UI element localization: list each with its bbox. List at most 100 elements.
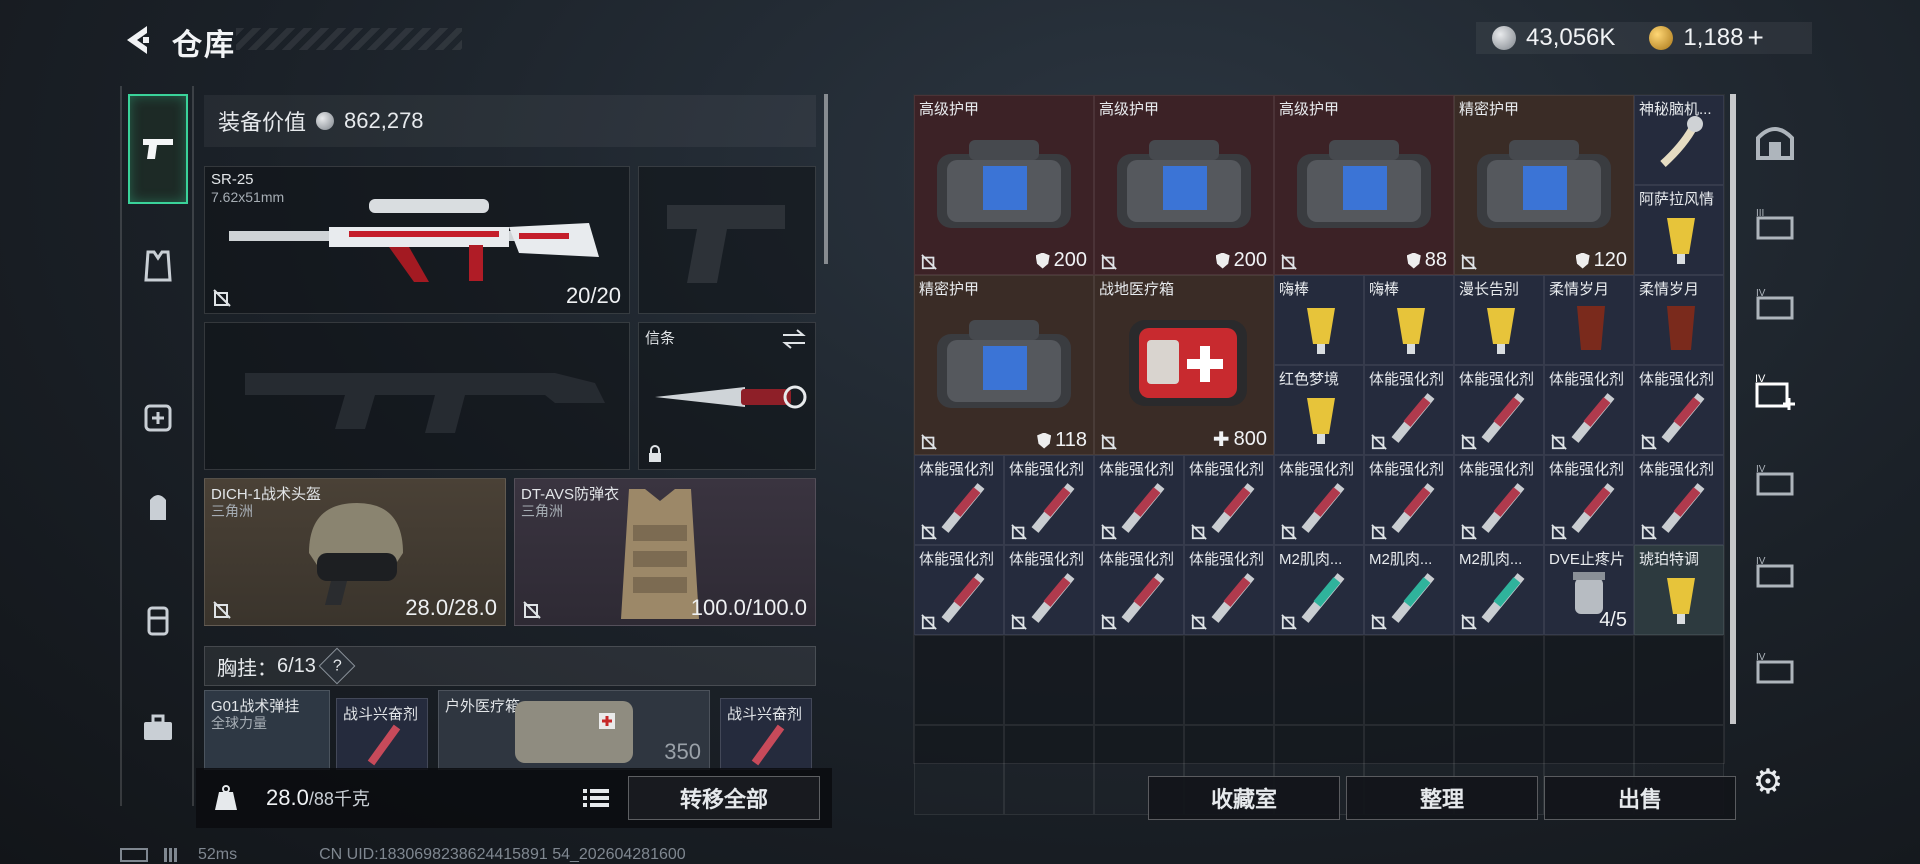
stash-item[interactable]: 柔情岁月 xyxy=(1544,275,1634,365)
stash-item[interactable]: 体能强化剂 xyxy=(1004,545,1094,635)
stash-item[interactable]: 体能强化剂 xyxy=(914,455,1004,545)
chest-item-rig[interactable]: G01战术弹挂 全球力量 xyxy=(204,690,330,770)
green-syringe-icon xyxy=(1391,573,1435,623)
collection-room-button[interactable]: 收藏室 xyxy=(1148,776,1340,820)
stash-item[interactable]: 高级护甲 200 xyxy=(914,95,1094,275)
chest-item-stim[interactable]: 战斗兴奋剂 xyxy=(720,698,812,770)
item-val: 350 xyxy=(664,739,701,764)
stash-item[interactable]: 神秘脑机... xyxy=(1634,95,1724,185)
unmarked-flag-icon xyxy=(1461,254,1477,270)
swap-icon[interactable] xyxy=(781,329,807,349)
category-tools[interactable] xyxy=(128,698,188,758)
stash-item[interactable]: M2肌肉... xyxy=(1364,545,1454,635)
back-button[interactable] xyxy=(118,20,154,60)
stash-item[interactable]: 琥珀特调 xyxy=(1634,545,1724,635)
green-syringe-icon xyxy=(1481,573,1525,623)
stash-item[interactable]: 体能强化剂 xyxy=(1634,455,1724,545)
stash-empty-slot[interactable] xyxy=(1454,635,1544,725)
category-medical[interactable] xyxy=(128,386,188,446)
item-name: 体能强化剂 xyxy=(1189,461,1265,478)
stash-item[interactable]: 体能强化剂 xyxy=(1454,365,1544,455)
stash-item[interactable]: 体能强化剂 xyxy=(1274,455,1364,545)
stash-empty-slot[interactable] xyxy=(1004,635,1094,725)
stash-item[interactable]: 嗨棒 xyxy=(1274,275,1364,365)
stash-empty-slot[interactable] xyxy=(1544,635,1634,725)
stash-empty-slot[interactable] xyxy=(1184,635,1274,725)
item-value: 118 xyxy=(1037,429,1087,452)
stash-item[interactable]: 精密护甲 120 xyxy=(1454,95,1634,275)
stash-empty-slot[interactable] xyxy=(914,635,1004,725)
pistol-slot[interactable] xyxy=(638,166,816,314)
helmet-image xyxy=(309,503,403,605)
category-weapons[interactable] xyxy=(128,94,188,204)
stash-item[interactable]: 体能强化剂 xyxy=(1004,455,1094,545)
stash-item[interactable]: 体能强化剂 xyxy=(1184,455,1274,545)
stash-tab-2[interactable]: III xyxy=(1746,186,1804,262)
armor-slot[interactable]: DT-AVS防弹衣 三角洲 100.0/100.0 xyxy=(514,478,816,626)
stash-item[interactable]: 体能强化剂 xyxy=(1094,455,1184,545)
category-backpack[interactable] xyxy=(128,476,188,536)
stash-item[interactable]: 战地医疗箱 ✚ 800 xyxy=(1094,275,1274,455)
stash-empty-slot[interactable] xyxy=(1634,635,1724,725)
stash-empty-slot[interactable] xyxy=(1094,635,1184,725)
item-name: 红色梦境 xyxy=(1279,371,1340,388)
help-icon: ? xyxy=(332,657,342,674)
secondary-weapon-slot[interactable] xyxy=(204,322,630,470)
category-chest-rig[interactable] xyxy=(128,590,188,650)
stash-scrollbar[interactable] xyxy=(1730,94,1736,724)
help-button[interactable]: ? xyxy=(318,647,356,685)
transfer-all-button[interactable]: 转移全部 xyxy=(628,776,820,820)
syringe-icon xyxy=(1571,393,1615,443)
category-armor[interactable] xyxy=(128,236,188,296)
stash-item[interactable]: 高级护甲 200 xyxy=(1094,95,1274,275)
item-name: 精密护甲 xyxy=(919,281,980,298)
syringe-icon xyxy=(1391,483,1435,533)
stash-item[interactable]: 阿萨拉风情 xyxy=(1634,185,1724,275)
stash-tab-5[interactable]: IV xyxy=(1746,442,1804,518)
stash-item[interactable]: 体能强化剂 xyxy=(1364,365,1454,455)
stash-item[interactable]: 体能强化剂 xyxy=(1454,455,1544,545)
stash-empty-slot[interactable] xyxy=(914,725,1004,815)
item-name: M2肌肉... xyxy=(1279,551,1343,568)
case-IV-3-icon: IV xyxy=(1756,464,1794,496)
syringe-icon xyxy=(1481,483,1525,533)
melee-slot[interactable]: 信条 xyxy=(638,322,816,470)
primary-weapon-slot[interactable]: SR-25 7.62x51mm 20/20 xyxy=(204,166,630,314)
list-view-button[interactable] xyxy=(578,780,614,816)
stash-item[interactable]: 体能强化剂 xyxy=(1364,455,1454,545)
stash-tab-4-add[interactable]: IV xyxy=(1746,354,1804,430)
settings-gear-icon[interactable]: ⚙ xyxy=(1748,762,1788,802)
item-name: 体能强化剂 xyxy=(1099,551,1175,568)
stash-tab-6[interactable]: IV xyxy=(1746,534,1804,610)
stash-item[interactable]: 漫长告别 xyxy=(1454,275,1544,365)
stash-item[interactable]: M2肌肉... xyxy=(1274,545,1364,635)
stash-item[interactable]: 体能强化剂 xyxy=(1634,365,1724,455)
stash-item[interactable]: 体能强化剂 xyxy=(914,545,1004,635)
stash-item[interactable]: 红色梦境 xyxy=(1274,365,1364,455)
stash-tab-3[interactable]: IV xyxy=(1746,266,1804,342)
loadout-scrollbar[interactable] xyxy=(824,94,828,264)
stash-item[interactable]: 体能强化剂 xyxy=(1544,455,1634,545)
stash-item[interactable]: 体能强化剂 xyxy=(1184,545,1274,635)
stash-item[interactable]: 精密护甲 118 xyxy=(914,275,1094,455)
chest-item-stim[interactable]: 战斗兴奋剂 xyxy=(336,698,428,770)
helmet-slot[interactable]: DICH-1战术头盔 三角洲 28.0/28.0 xyxy=(204,478,506,626)
stash-empty-slot[interactable] xyxy=(1274,635,1364,725)
stash-item[interactable]: 体能强化剂 xyxy=(1094,545,1184,635)
stash-item[interactable]: M2肌肉... xyxy=(1454,545,1544,635)
add-currency-button[interactable]: + xyxy=(1747,22,1763,54)
sort-button[interactable]: 整理 xyxy=(1346,776,1538,820)
stash-empty-slot[interactable] xyxy=(1004,725,1094,815)
stash-item[interactable]: 高级护甲 88 xyxy=(1274,95,1454,275)
stash-item[interactable]: 嗨棒 xyxy=(1364,275,1454,365)
stash-item[interactable]: DVE止疼片 4/5 xyxy=(1544,545,1634,635)
brain-chip-icon xyxy=(1660,116,1703,167)
stash-tab-main[interactable] xyxy=(1746,104,1804,180)
carry-weight-max: /88千克 xyxy=(308,789,370,809)
sell-button[interactable]: 出售 xyxy=(1544,776,1736,820)
stash-item[interactable]: 体能强化剂 xyxy=(1544,365,1634,455)
stash-tab-7[interactable]: IV xyxy=(1746,630,1804,706)
chest-item-medkit[interactable]: 户外医疗箱 350 xyxy=(438,690,710,770)
stash-empty-slot[interactable] xyxy=(1364,635,1454,725)
stash-item[interactable]: 柔情岁月 xyxy=(1634,275,1724,365)
